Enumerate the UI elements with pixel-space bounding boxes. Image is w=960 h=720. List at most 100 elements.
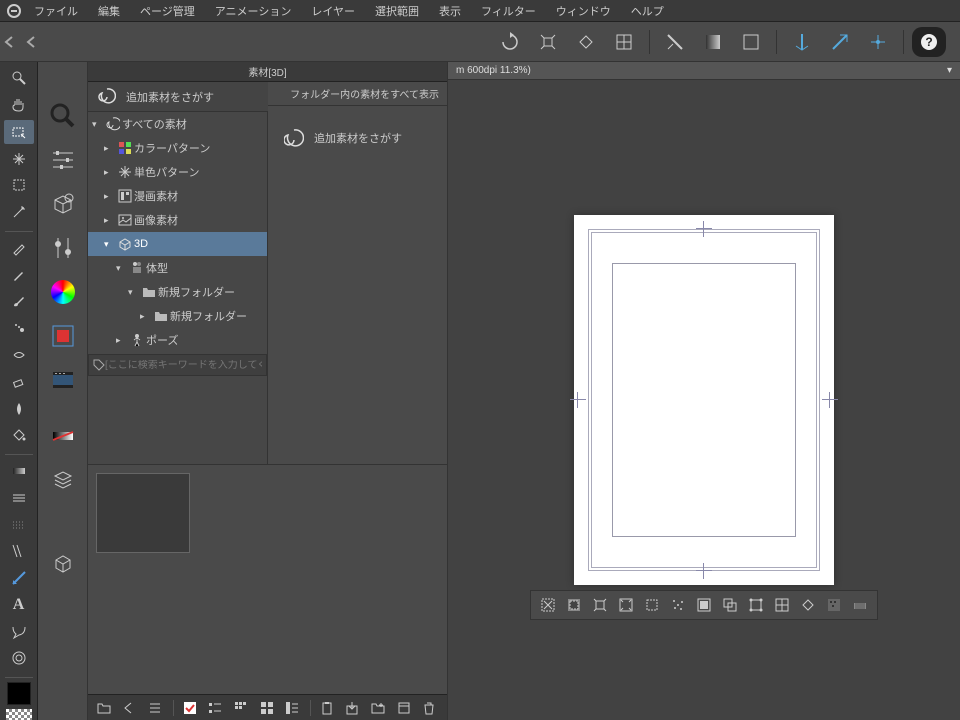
tool-pen[interactable]	[4, 236, 34, 261]
btn-trash-icon[interactable]	[417, 698, 441, 718]
toolbar-snap1-icon[interactable]	[785, 27, 819, 57]
tree-item[interactable]: ▾すべての素材	[88, 112, 267, 136]
menu-item[interactable]: ページ管理	[130, 3, 205, 21]
panel-toggle-left[interactable]	[4, 35, 38, 49]
tool-move[interactable]	[4, 120, 34, 145]
tree-item[interactable]: ▸漫画素材	[88, 184, 267, 208]
fbtn-deselect-icon[interactable]	[536, 593, 560, 617]
tree-item[interactable]: ▸単色パターン	[88, 160, 267, 184]
tree-item[interactable]: ▾体型	[88, 256, 267, 280]
tree-item[interactable]: ▾新規フォルダー	[88, 280, 267, 304]
menu-item[interactable]: アニメーション	[205, 3, 302, 21]
fbtn-expand-icon[interactable]	[588, 593, 612, 617]
fbtn-shrink-icon[interactable]	[614, 593, 638, 617]
tool-pencil[interactable]	[4, 262, 34, 287]
btn-newfolder-icon[interactable]	[366, 698, 390, 718]
btn-props-icon[interactable]	[392, 698, 416, 718]
btn-paste-icon[interactable]	[315, 698, 339, 718]
menu-item[interactable]: ウィンドウ	[546, 3, 621, 21]
tree-item[interactable]: ▸カラーパターン	[88, 136, 267, 160]
tool-figure[interactable]	[4, 512, 34, 537]
material-search-input[interactable]	[105, 360, 262, 371]
canvas-page[interactable]	[574, 215, 834, 585]
tool-brush[interactable]	[4, 289, 34, 314]
fbtn-fit-icon[interactable]	[692, 593, 716, 617]
tool-correction[interactable]	[4, 646, 34, 671]
tool-hand[interactable]	[4, 93, 34, 118]
canvas-viewport[interactable]	[448, 80, 960, 720]
material-search-header[interactable]: 追加素材をさがす	[88, 82, 268, 112]
subtool-magnify-icon[interactable]	[43, 96, 83, 136]
subtool-cube-icon[interactable]	[43, 184, 83, 224]
material-tab-title[interactable]: 素材[3D]	[88, 62, 447, 82]
tree-item[interactable]: ▾3D	[88, 232, 267, 256]
tool-text[interactable]: A	[4, 592, 34, 617]
fbtn-clear-icon[interactable]	[640, 593, 664, 617]
subtool-film-icon[interactable]	[43, 360, 83, 400]
tool-wand[interactable]	[4, 200, 34, 225]
tool-selection[interactable]	[4, 173, 34, 198]
toolbar-snap3-icon[interactable]	[861, 27, 895, 57]
subtool-colorwheel-icon[interactable]	[43, 272, 83, 312]
toolbar-gradient-icon[interactable]	[696, 27, 730, 57]
tool-decorate[interactable]	[4, 343, 34, 368]
tool-blend[interactable]	[4, 396, 34, 421]
menu-item[interactable]: レイヤー	[301, 3, 365, 21]
tool-eraser[interactable]	[4, 369, 34, 394]
background-color-swatch[interactable]	[6, 709, 32, 720]
btn-back-icon[interactable]	[118, 698, 142, 718]
tool-fill[interactable]	[4, 423, 34, 448]
tool-contour[interactable]	[4, 485, 34, 510]
menu-item[interactable]: 選択範囲	[365, 3, 429, 21]
btn-detail-icon[interactable]	[280, 698, 304, 718]
btn-small-icon[interactable]	[229, 698, 253, 718]
tool-transform[interactable]	[4, 146, 34, 171]
toolbar-help-icon[interactable]: ?	[912, 27, 946, 57]
fbtn-scatter-icon[interactable]	[666, 593, 690, 617]
tree-item[interactable]: ▸画像素材	[88, 208, 267, 232]
subtool-tone-icon[interactable]	[43, 416, 83, 456]
fbtn-invert-icon[interactable]	[562, 593, 586, 617]
toolbar-bucket-icon[interactable]	[569, 27, 603, 57]
fbtn-copy-icon[interactable]	[718, 593, 742, 617]
tree-item[interactable]: ▸新規フォルダー	[88, 304, 267, 328]
btn-check-icon[interactable]	[178, 698, 202, 718]
fbtn-transform-icon[interactable]	[744, 593, 768, 617]
btn-folder-icon[interactable]	[92, 698, 116, 718]
btn-menu-icon[interactable]	[143, 698, 167, 718]
tool-ruler[interactable]	[4, 566, 34, 591]
preview-item-search[interactable]: 追加素材をさがす	[276, 120, 439, 156]
menu-item[interactable]: ファイル	[24, 3, 88, 21]
subtool-tune-icon[interactable]	[43, 228, 83, 268]
subtool-layers-icon[interactable]	[43, 460, 83, 500]
btn-import-icon[interactable]	[341, 698, 365, 718]
tool-gradient[interactable]	[4, 459, 34, 484]
toolbar-grid-icon[interactable]	[734, 27, 768, 57]
toolbar-bounds-icon[interactable]	[607, 27, 641, 57]
fbtn-new-icon[interactable]	[848, 593, 872, 617]
subtool-sliders-icon[interactable]	[43, 140, 83, 180]
navigator-thumbnail[interactable]	[96, 473, 190, 553]
toolbar-fit-icon[interactable]	[531, 27, 565, 57]
menu-item[interactable]: ヘルプ	[621, 3, 674, 21]
btn-large-icon[interactable]	[255, 698, 279, 718]
tool-airbrush[interactable]	[4, 316, 34, 341]
toolbar-refresh-icon[interactable]	[493, 27, 527, 57]
fbtn-tone-icon[interactable]	[822, 593, 846, 617]
tool-frame[interactable]	[4, 539, 34, 564]
fbtn-center-icon[interactable]	[770, 593, 794, 617]
toolbar-eyedrop-icon[interactable]	[658, 27, 692, 57]
btn-list-icon[interactable]	[203, 698, 227, 718]
tool-balloon[interactable]	[4, 619, 34, 644]
show-all-folder-label[interactable]: フォルダー内の素材をすべて表示	[268, 82, 447, 106]
subtool-cube2-icon[interactable]	[43, 544, 83, 584]
toolbar-snap2-icon[interactable]	[823, 27, 857, 57]
subtool-swatch-icon[interactable]	[43, 316, 83, 356]
tree-item[interactable]: ▸ポーズ	[88, 328, 267, 352]
menu-item[interactable]: 表示	[429, 3, 471, 21]
foreground-color-swatch[interactable]	[7, 682, 31, 705]
tool-magnify[interactable]	[4, 66, 34, 91]
menu-item[interactable]: フィルター	[471, 3, 546, 21]
fbtn-fill2-icon[interactable]	[796, 593, 820, 617]
menu-item[interactable]: 編集	[88, 3, 130, 21]
